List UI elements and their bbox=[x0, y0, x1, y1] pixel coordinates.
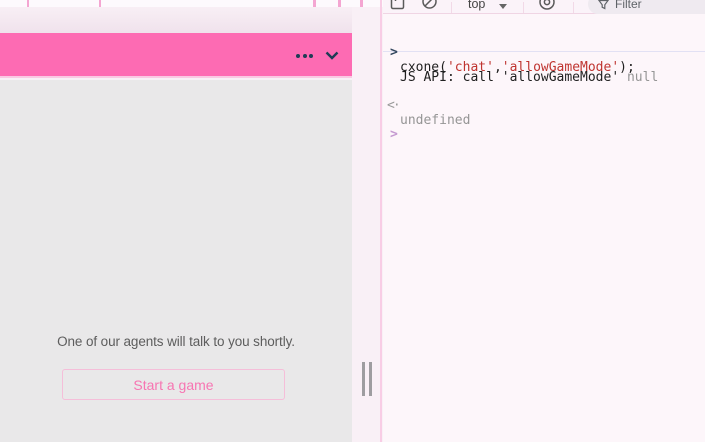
chat-header-controls bbox=[296, 33, 339, 78]
chevron-down-icon[interactable] bbox=[325, 51, 339, 60]
ruler-tick bbox=[313, 0, 316, 7]
console-prompt-chevron-icon: > bbox=[390, 127, 398, 142]
ruler-strip bbox=[0, 0, 383, 7]
viewport-resize-handle[interactable] bbox=[362, 362, 373, 396]
ruler-tick bbox=[360, 0, 363, 7]
devtools-window: One of our agents will talk to you short… bbox=[0, 0, 705, 442]
page-background-band bbox=[0, 7, 352, 33]
ruler-tick bbox=[99, 0, 101, 7]
ruler-tick bbox=[27, 0, 29, 7]
chat-widget: One of our agents will talk to you short… bbox=[0, 33, 352, 442]
chat-body: One of our agents will talk to you short… bbox=[0, 80, 352, 442]
start-game-button[interactable]: Start a game bbox=[62, 369, 285, 400]
console-prompt-row[interactable]: > bbox=[383, 112, 705, 157]
ruler-tick bbox=[338, 0, 341, 7]
viewport-edge-line bbox=[380, 0, 382, 442]
more-options-icon[interactable] bbox=[296, 54, 313, 58]
chat-header bbox=[0, 33, 352, 78]
device-viewport: One of our agents will talk to you short… bbox=[0, 0, 383, 442]
return-value-icon: <· bbox=[387, 98, 399, 113]
console-messages: > cxone('chat','allowGameMode'); JS API:… bbox=[383, 0, 705, 428]
agent-message: One of our agents will talk to you short… bbox=[0, 334, 352, 349]
devtools-console-panel: top > cxone('chat','allowGameMode'); bbox=[383, 0, 705, 442]
